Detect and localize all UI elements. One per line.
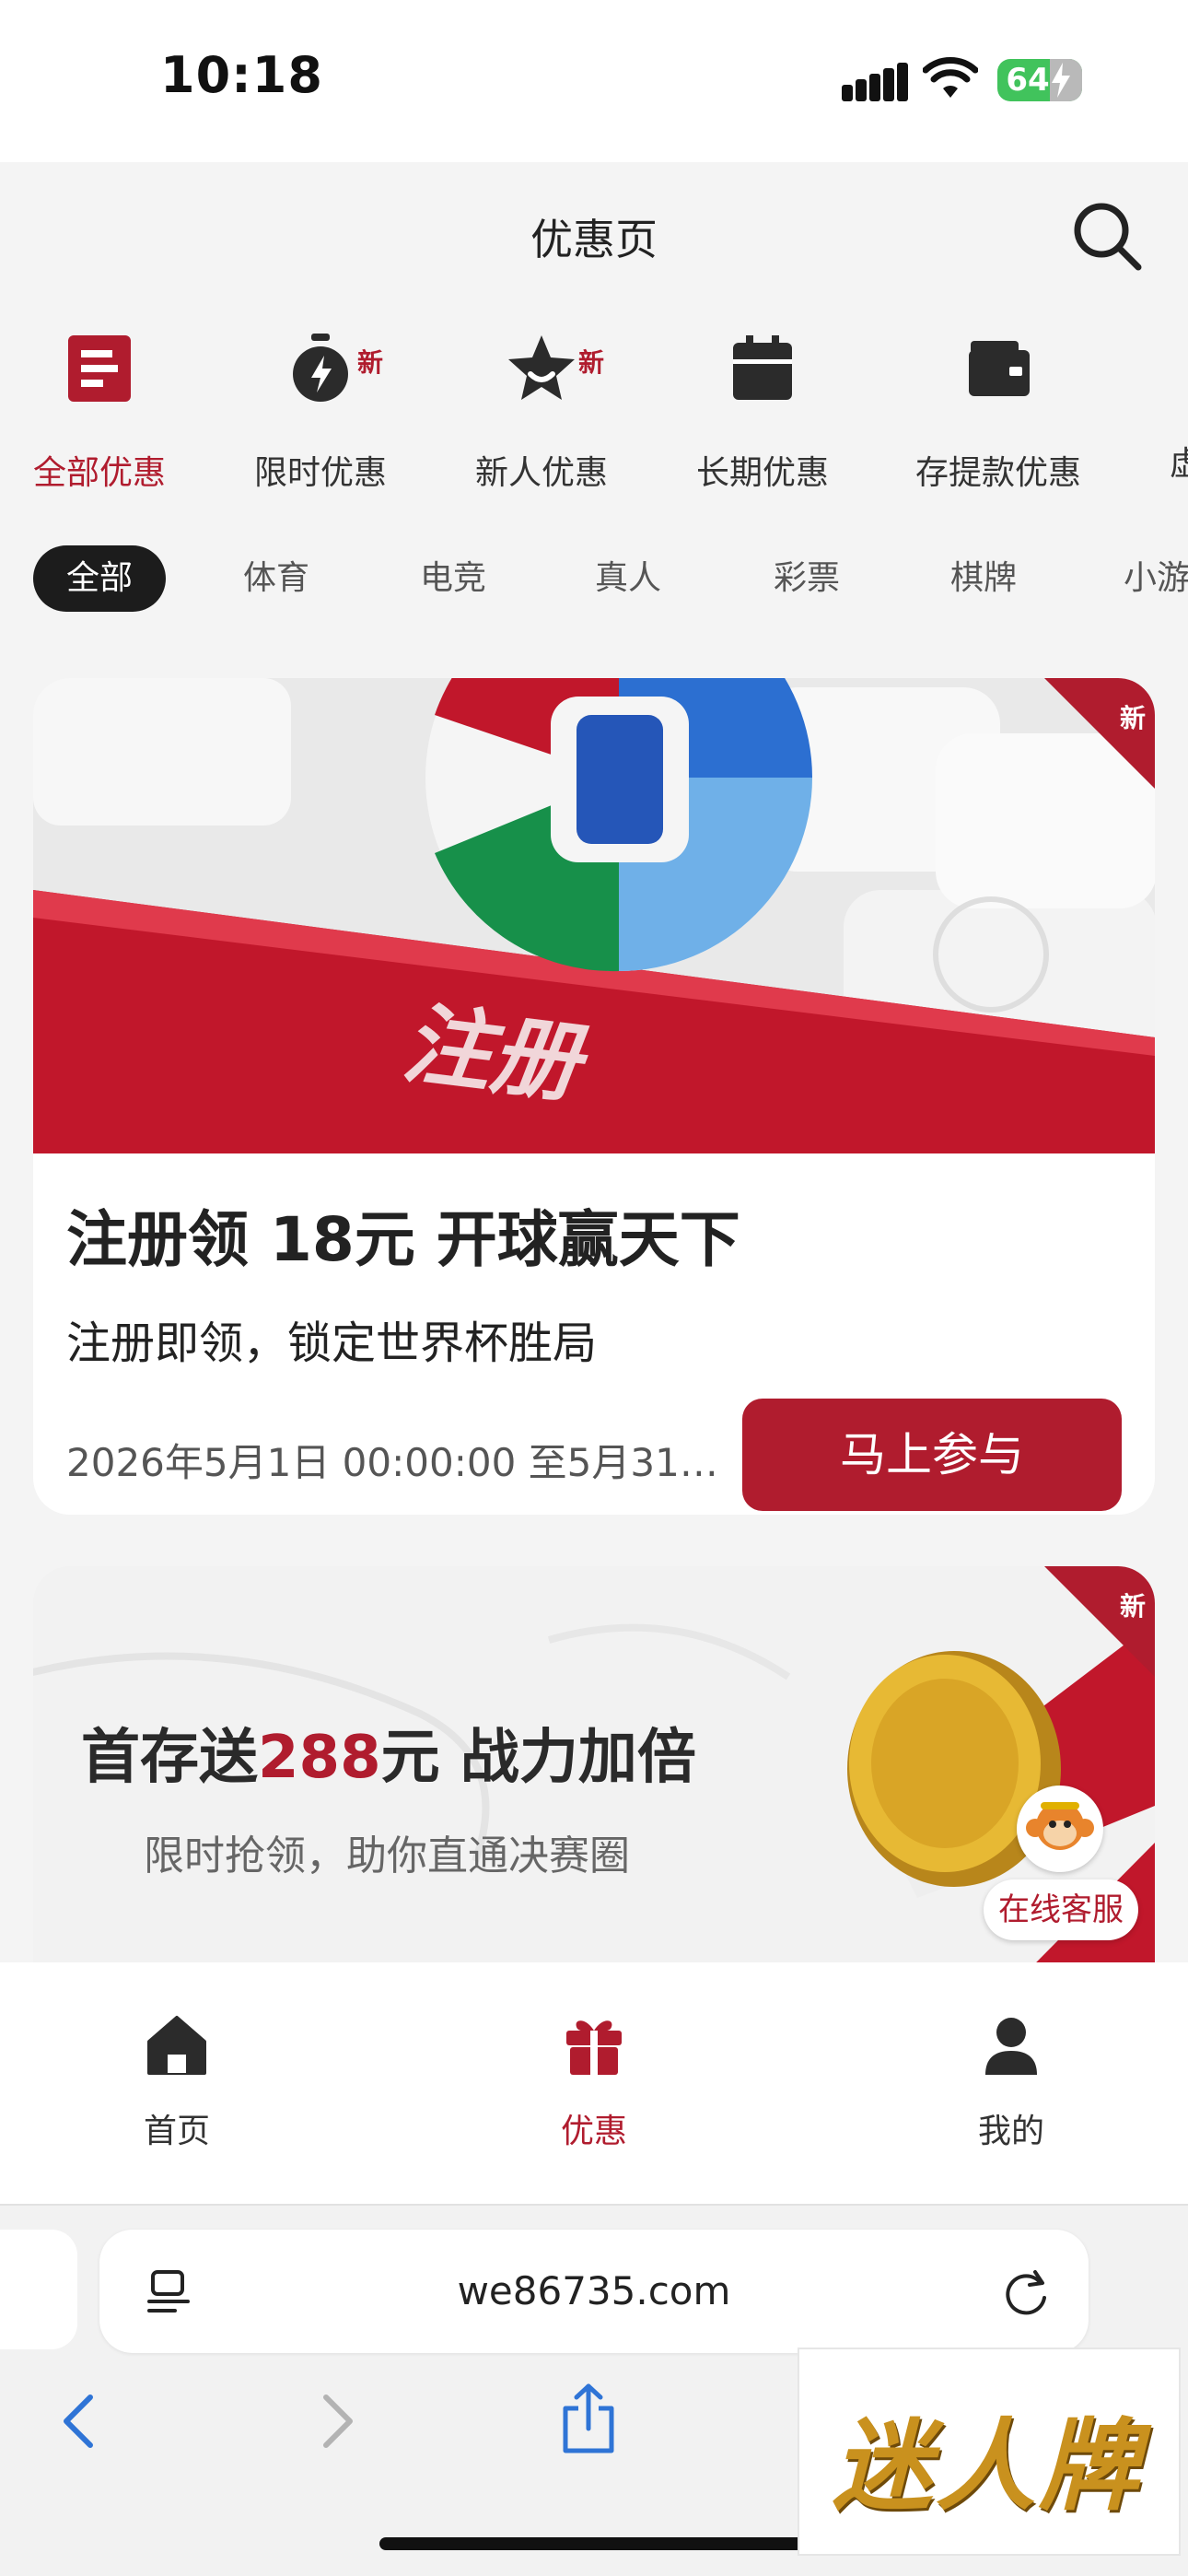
new-tag: 新 (578, 347, 605, 378)
home-icon (147, 2016, 206, 2075)
category-label: 存提款优惠 (914, 454, 1081, 492)
new-tag: 新 (357, 347, 384, 378)
filter-chip-esports[interactable]: 电竞 (398, 545, 508, 612)
promo-headline-amount: 288 (258, 1724, 381, 1792)
nav-promotions[interactable]: 优惠 (474, 2012, 714, 2152)
filter-chip-live[interactable]: 真人 (573, 545, 683, 612)
page-title: 优惠页 (530, 215, 658, 264)
stopwatch-icon (293, 334, 348, 402)
url-text[interactable]: we86735.com (99, 2230, 1089, 2353)
promo-headline: 首存送288元 战力加倍 (81, 1710, 696, 1795)
promo-card-register[interactable]: 注册 新 (33, 678, 1155, 1515)
category-label: 限时优惠 (253, 454, 387, 492)
battery-level: 64 (1006, 62, 1050, 99)
promo-title: 注册领 18元 开球赢天下 (66, 1204, 740, 1275)
cellular-signal-icon (842, 63, 908, 101)
document-icon (68, 335, 131, 402)
category-tab-all[interactable]: 全部优惠 (0, 332, 201, 494)
monkey-avatar-icon (1019, 1788, 1101, 1869)
category-label: 全部优惠 (32, 454, 166, 492)
filter-chip-chess[interactable]: 棋牌 (928, 545, 1039, 612)
search-icon[interactable] (1068, 197, 1146, 275)
category-tab-overflow[interactable]: 虚 (1170, 437, 1188, 485)
promo-headline-prefix: 首存送 (81, 1724, 258, 1792)
promo-banner-image: 注册 (33, 678, 1155, 1153)
customer-service-avatar[interactable] (1017, 1786, 1103, 1872)
charging-bolt-icon (1052, 63, 1070, 98)
category-tab-deposit[interactable]: 存提款优惠 (897, 332, 1100, 494)
nav-profile[interactable]: 我的 (891, 2012, 1131, 2152)
star-badge-icon (508, 335, 575, 400)
category-label: 新人优惠 (474, 454, 608, 492)
nav-label: 首页 (143, 2113, 210, 2150)
share-icon[interactable] (558, 2383, 619, 2456)
wallet-icon (969, 341, 1030, 396)
calendar-icon (733, 335, 792, 400)
category-label: 长期优惠 (695, 454, 829, 492)
promo-date-range: 2026年5月1日 00:00:00 至5月31日 23:59:59 (66, 1440, 729, 1485)
forward-icon[interactable] (320, 2394, 355, 2449)
new-ribbon-label: 新 (1119, 1591, 1146, 1622)
home-indicator (379, 2537, 809, 2550)
status-time: 10:18 (160, 46, 323, 104)
category-tab-limited[interactable]: 限时优惠 新 (219, 332, 422, 494)
user-icon (985, 2018, 1037, 2075)
filter-chip-lottery[interactable]: 彩票 (751, 545, 862, 612)
gift-icon (566, 2020, 622, 2075)
promo-headline-suffix: 元 战力加倍 (380, 1724, 696, 1792)
back-icon[interactable] (61, 2394, 96, 2449)
nav-label: 我的 (977, 2113, 1044, 2150)
promo-subtitle: 注册即领，锁定世界杯胜局 (66, 1317, 598, 1369)
watermark-logo-text: 迷人牌 (832, 2409, 1142, 2524)
filter-chip-all[interactable]: 全部 (33, 545, 166, 612)
promo-subtitle: 限时抢领，助你直通决赛圈 (144, 1832, 630, 1879)
join-now-button[interactable]: 马上参与 (742, 1399, 1122, 1511)
filter-chip-sports[interactable]: 体育 (221, 545, 332, 612)
new-ribbon-label: 新 (1119, 703, 1146, 733)
nav-home[interactable]: 首页 (57, 2012, 297, 2152)
previous-tab[interactable] (0, 2230, 77, 2349)
category-tab-newcomer[interactable]: 新人优惠 新 (440, 332, 643, 494)
filter-chip-minigames[interactable]: 小游 (1124, 545, 1188, 612)
nav-label: 优惠 (560, 2113, 627, 2150)
customer-service-button[interactable]: 在线客服 (984, 1879, 1138, 1940)
wifi-icon (923, 57, 978, 98)
reload-icon[interactable] (1004, 2266, 1052, 2318)
category-tab-longterm[interactable]: 长期优惠 (661, 332, 864, 494)
